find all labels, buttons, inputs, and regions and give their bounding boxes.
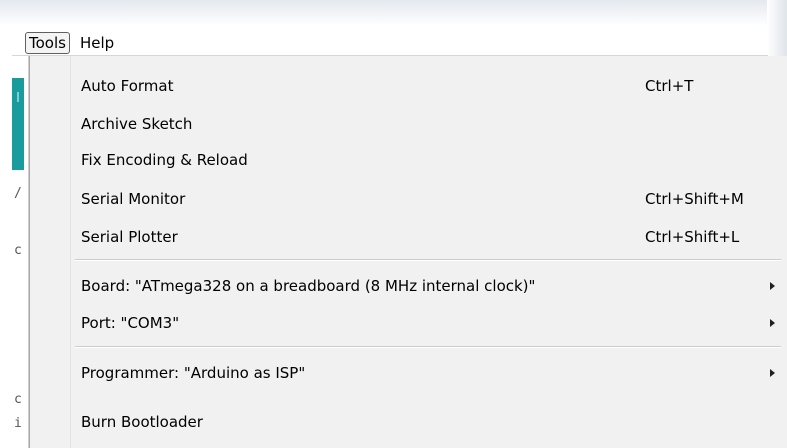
- menu-item-shortcut: Ctrl+Shift+L: [645, 228, 740, 246]
- menu-icon-gutter: [30, 56, 71, 448]
- toolbar-edge-mark: [17, 92, 19, 102]
- chevron-right-icon: [770, 369, 775, 377]
- tools-dropdown-menu: Auto Format Ctrl+T Archive Sketch Fix En…: [29, 56, 787, 448]
- menu-item-archive-sketch[interactable]: Archive Sketch: [71, 107, 787, 141]
- menu-item-label: Burn Bootloader: [81, 413, 203, 431]
- chevron-right-icon: [770, 282, 775, 290]
- menu-separator: [75, 346, 781, 348]
- menu-item-board[interactable]: Board: "ATmega328 on a breadboard (8 MHz…: [71, 269, 787, 303]
- menu-item-burn-bootloader[interactable]: Burn Bootloader: [71, 405, 787, 439]
- menu-item-label: Programmer: "Arduino as ISP": [81, 364, 306, 382]
- menu-item-label: Fix Encoding & Reload: [81, 151, 248, 169]
- app-window: Tools Help / c c i Auto Format Ctrl+T Ar…: [0, 0, 787, 448]
- menu-item-label: Auto Format: [81, 77, 174, 95]
- menu-tools[interactable]: Tools: [25, 32, 70, 54]
- menu-item-label: Archive Sketch: [81, 115, 193, 133]
- menu-item-programmer[interactable]: Programmer: "Arduino as ISP": [71, 356, 787, 390]
- menu-bar: Tools Help: [12, 31, 768, 56]
- menu-item-serial-monitor[interactable]: Serial Monitor Ctrl+Shift+M: [71, 182, 787, 216]
- editor-text-fragment: i: [14, 416, 22, 431]
- editor-toolbar-edge: [12, 78, 24, 170]
- window-shadow-top: [0, 0, 787, 26]
- menu-item-label: Serial Plotter: [81, 228, 178, 246]
- editor-text-fragment: c: [14, 392, 22, 407]
- menu-item-shortcut: Ctrl+T: [645, 77, 694, 95]
- menu-item-port[interactable]: Port: "COM3": [71, 306, 787, 340]
- menu-item-label: Board: "ATmega328 on a breadboard (8 MHz…: [81, 277, 536, 295]
- menu-help[interactable]: Help: [78, 33, 116, 53]
- chevron-right-icon: [770, 319, 775, 327]
- menu-item-auto-format[interactable]: Auto Format Ctrl+T: [71, 69, 787, 103]
- menu-separator: [75, 259, 781, 261]
- menu-item-fix-encoding[interactable]: Fix Encoding & Reload: [71, 143, 787, 177]
- editor-text-fragment: c: [14, 243, 22, 258]
- menu-item-serial-plotter[interactable]: Serial Plotter Ctrl+Shift+L: [71, 220, 787, 254]
- menu-item-label: Serial Monitor: [81, 190, 186, 208]
- menu-item-label: Port: "COM3": [81, 314, 180, 332]
- menu-item-shortcut: Ctrl+Shift+M: [645, 190, 744, 208]
- editor-text-fragment: /: [14, 186, 22, 201]
